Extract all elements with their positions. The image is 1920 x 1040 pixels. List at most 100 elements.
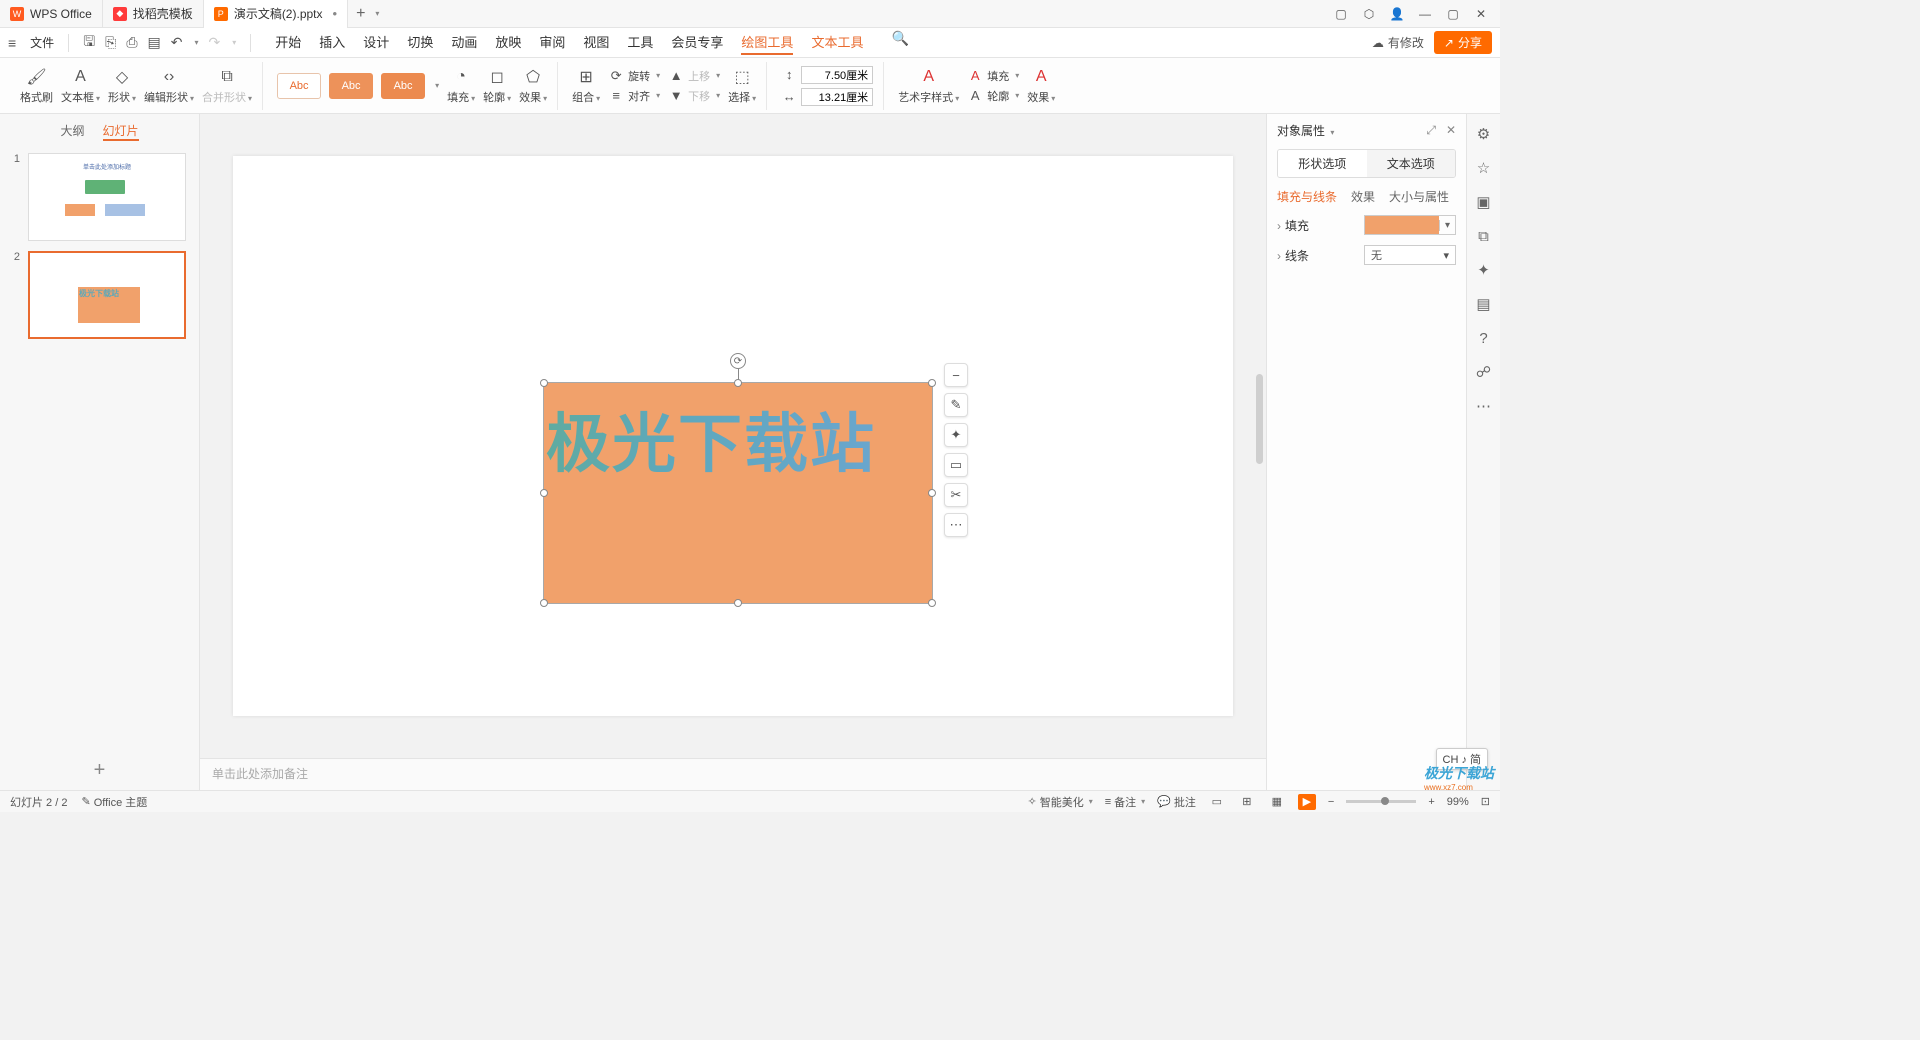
zoom-value[interactable]: 99% <box>1447 796 1469 808</box>
resize-handle[interactable] <box>540 599 548 607</box>
tab-wps-office[interactable]: W WPS Office <box>0 0 103 28</box>
fill-line-subtab[interactable]: 填充与线条 <box>1277 188 1337 205</box>
format-painter-button[interactable]: 🖌格式刷 <box>20 67 53 105</box>
resize-handle[interactable] <box>540 489 548 497</box>
resize-handle[interactable] <box>928 489 936 497</box>
line-style-dropdown[interactable]: 无▾ <box>1364 245 1456 265</box>
redo-icon[interactable]: ↷ <box>209 34 221 51</box>
chevron-right-icon[interactable]: › <box>1277 249 1281 263</box>
rail-image-icon[interactable]: ▤ <box>1474 294 1494 314</box>
undo-icon[interactable]: ↶ <box>171 34 183 51</box>
tab-transition[interactable]: 切换 <box>407 30 433 55</box>
float-pen-button[interactable]: ✎ <box>944 393 968 417</box>
select-button[interactable]: ⬚选择▾ <box>728 67 756 105</box>
close-icon[interactable]: • <box>333 6 338 21</box>
view-reading-icon[interactable]: ▦ <box>1268 794 1286 810</box>
search-icon[interactable]: 🔍 <box>891 30 908 55</box>
save-icon[interactable]: 🖫 <box>83 31 95 55</box>
notes-area[interactable]: 单击此处添加备注 <box>200 758 1266 790</box>
pin-icon[interactable]: ⤢ <box>1426 123 1436 138</box>
fit-button[interactable]: ⊡ <box>1481 795 1490 808</box>
rail-person-icon[interactable]: ☍ <box>1474 362 1494 382</box>
new-tab-button[interactable]: + <box>348 5 373 23</box>
tab-menu-dropdown[interactable]: ▾ <box>375 9 379 18</box>
cube-icon[interactable]: ⬡ <box>1362 7 1376 21</box>
wordart-style-button[interactable]: A艺术字样式▾ <box>898 67 959 105</box>
text-outline-button[interactable]: A轮廓▾ <box>967 88 1019 104</box>
export-icon[interactable]: ⎘ <box>105 34 116 51</box>
align-button[interactable]: ≡对齐▾ <box>608 88 660 104</box>
width-input[interactable] <box>801 88 873 106</box>
rotate-button[interactable]: ⟳旋转▾ <box>608 68 660 84</box>
add-slide-button[interactable]: + <box>0 751 199 790</box>
zoom-out-button[interactable]: − <box>1328 796 1334 808</box>
tab-design[interactable]: 设计 <box>363 30 389 55</box>
height-input[interactable] <box>801 66 873 84</box>
tab-tools[interactable]: 工具 <box>627 30 653 55</box>
resize-handle[interactable] <box>928 379 936 387</box>
slide[interactable]: ⟳ 极光下载站 − ✎ ✦ ▭ ✂ ⋯ <box>233 156 1233 716</box>
file-menu[interactable]: 文件 <box>30 34 54 51</box>
effect-button[interactable]: ⬠效果▾ <box>519 67 547 105</box>
fill-color-dropdown[interactable]: ▾ <box>1364 215 1456 235</box>
tab-home[interactable]: 开始 <box>275 30 301 55</box>
resize-handle[interactable] <box>734 599 742 607</box>
cloud-save-button[interactable]: ☁有修改 <box>1372 34 1424 51</box>
minimize-icon[interactable]: ― <box>1418 7 1432 21</box>
height-field[interactable]: ↕ <box>781 66 873 84</box>
zoom-in-button[interactable]: + <box>1428 796 1434 808</box>
tab-member[interactable]: 会员专享 <box>671 30 723 55</box>
outline-tab[interactable]: 大纲 <box>60 122 84 141</box>
theme-indicator[interactable]: ✎Office 主题 <box>81 794 147 810</box>
rail-more-icon[interactable]: ⋯ <box>1474 396 1494 416</box>
view-sorter-icon[interactable]: ⊞ <box>1238 794 1256 810</box>
text-options-tab[interactable]: 文本选项 <box>1367 150 1456 177</box>
tab-document[interactable]: P 演示文稿(2).pptx • <box>204 0 348 28</box>
tab-templates[interactable]: ◆ 找稻壳模板 <box>103 0 204 28</box>
rail-layers-icon[interactable]: ▣ <box>1474 192 1494 212</box>
float-more-button[interactable]: ⋯ <box>944 513 968 537</box>
comments-button[interactable]: 💬批注 <box>1157 794 1196 810</box>
size-subtab[interactable]: 大小与属性 <box>1389 188 1449 205</box>
width-field[interactable]: ↔ <box>781 88 873 106</box>
text-effect-button[interactable]: A效果▾ <box>1027 67 1055 105</box>
effect-subtab[interactable]: 效果 <box>1351 188 1375 205</box>
resize-handle[interactable] <box>734 379 742 387</box>
tab-animation[interactable]: 动画 <box>451 30 477 55</box>
tab-text-tools[interactable]: 文本工具 <box>811 30 863 55</box>
shape-button[interactable]: ◇形状▾ <box>108 67 136 105</box>
rotate-handle[interactable]: ⟳ <box>730 353 746 369</box>
notes-button[interactable]: ≡备注▾ <box>1105 794 1145 810</box>
zoom-slider[interactable] <box>1346 800 1416 803</box>
hamburger-icon[interactable]: ≡ <box>8 35 16 51</box>
selected-shape[interactable]: ⟳ 极光下载站 − ✎ ✦ ▭ ✂ ⋯ <box>543 382 933 604</box>
fill-button[interactable]: ◔填充▾ <box>447 67 475 105</box>
share-button[interactable]: ↗分享 <box>1434 31 1492 54</box>
view-slideshow-icon[interactable]: ▶ <box>1298 794 1316 810</box>
text-fill-button[interactable]: A填充▾ <box>967 68 1019 84</box>
rail-tools-icon[interactable]: ✦ <box>1474 260 1494 280</box>
textbox-button[interactable]: A文本框▾ <box>61 67 100 105</box>
tab-view[interactable]: 视图 <box>583 30 609 55</box>
chevron-right-icon[interactable]: › <box>1277 219 1281 233</box>
resize-handle[interactable] <box>928 599 936 607</box>
shape-style-3[interactable]: Abc <box>381 73 425 99</box>
float-wand-button[interactable]: ✦ <box>944 423 968 447</box>
slide-thumb-1[interactable]: 单击此处添加标题 <box>28 153 186 241</box>
tab-review[interactable]: 审阅 <box>539 30 565 55</box>
avatar[interactable]: 👤 <box>1390 7 1404 21</box>
slides-tab[interactable]: 幻灯片 <box>103 122 139 141</box>
shape-options-tab[interactable]: 形状选项 <box>1278 150 1367 177</box>
view-normal-icon[interactable]: ▭ <box>1208 794 1226 810</box>
scrollbar[interactable] <box>1256 374 1263 464</box>
rail-star-icon[interactable]: ☆ <box>1474 158 1494 178</box>
print-icon[interactable]: ⎙ <box>126 34 137 51</box>
tab-slideshow[interactable]: 放映 <box>495 30 521 55</box>
float-tools-button[interactable]: ✂ <box>944 483 968 507</box>
close-window-icon[interactable]: ✕ <box>1474 7 1488 21</box>
group-button[interactable]: ⊞组合▾ <box>572 67 600 105</box>
resize-handle[interactable] <box>540 379 548 387</box>
float-minus-button[interactable]: − <box>944 363 968 387</box>
print-preview-icon[interactable]: ▤ <box>148 34 161 51</box>
rail-overlap-icon[interactable]: ⧉ <box>1474 226 1494 246</box>
